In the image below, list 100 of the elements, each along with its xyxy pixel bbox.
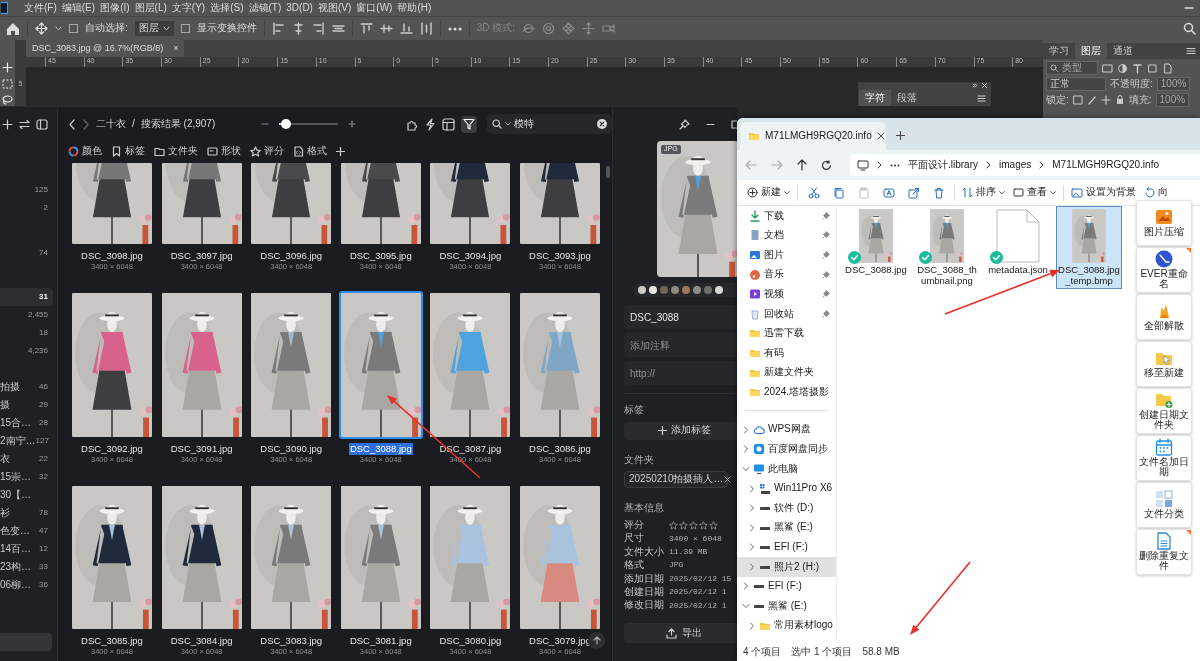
tag-filter-button[interactable]: 标签 (111, 144, 145, 158)
blend-mode-dropdown[interactable]: 正常 (1046, 77, 1106, 91)
menu-item[interactable]: 窗口(W) (356, 1, 393, 15)
sidebar-item[interactable]: 2南宁…127 (0, 432, 53, 450)
address-bar[interactable]: 平面设计.library images M71LMGH9RGQ20.info (850, 154, 1200, 176)
export-button[interactable]: 导出 (624, 623, 737, 644)
note-field[interactable]: 添加注释 (624, 333, 737, 357)
document-tab[interactable]: DSC_3083.jpg @ 16.7%(RGB/8) × (26, 40, 185, 57)
close-icon[interactable]: × (173, 42, 179, 55)
sidebar-item[interactable]: 2,455 (0, 306, 53, 324)
dropdown-placeholder: 类型 (1062, 62, 1082, 74)
sort-button[interactable]: 排序 (958, 181, 1009, 204)
menu-item[interactable]: 编辑(E) (61, 1, 96, 15)
url-field[interactable]: http:// (624, 361, 737, 385)
nav-item[interactable]: 图片 (737, 245, 836, 265)
tree-item[interactable]: 百度网盘同步 (737, 439, 836, 460)
file-item[interactable]: metadata.json (985, 206, 1051, 278)
menu-item[interactable]: 视图(V) (317, 1, 352, 15)
sidebar-item[interactable]: 2 (0, 199, 53, 217)
nav-item[interactable]: 2024.塔塔摄影 (737, 382, 836, 402)
breadcrumb-link[interactable]: 二十衣 (96, 117, 126, 131)
nav-item[interactable]: 新建文件夹 (737, 362, 836, 383)
menu-item[interactable]: 选择(S) (210, 1, 244, 15)
file-item[interactable]: DSC_3088_thumbnail.png (914, 206, 980, 289)
tree-item[interactable]: EFI (F:) (737, 537, 836, 558)
layer-dropdown[interactable]: 图层 (134, 21, 174, 36)
tool-button[interactable]: 移至新建 (1136, 341, 1192, 387)
menu-item[interactable]: 滤镜(T) (248, 1, 282, 15)
breadcrumb-link[interactable]: 搜索结果 (2,907) (140, 117, 216, 131)
opacity-field[interactable]: 100% (1156, 77, 1191, 91)
nav-item[interactable]: 迅雷下载 (737, 323, 836, 344)
sidebar-item[interactable]: 74 (0, 244, 53, 262)
panel-tab[interactable]: 段落 (891, 90, 923, 106)
nav-item[interactable]: 有码 (737, 343, 836, 363)
menu-item[interactable]: 图层(L) (134, 1, 167, 15)
name-field[interactable]: DSC_3088 (624, 305, 737, 329)
menu-item[interactable]: 文件(F) (24, 1, 57, 15)
file-name: DSC_3096.jpg (259, 250, 324, 262)
sidebar-item[interactable]: 14百… 12 (0, 540, 53, 558)
tree-item[interactable]: 常用素材logo (737, 615, 836, 636)
nav-item[interactable]: 视频 (737, 284, 836, 304)
menu-item[interactable]: 文字(Y) (171, 1, 206, 15)
nav-item[interactable]: 文档 (737, 225, 836, 246)
sidebar-item[interactable]: 23构… 33 (0, 558, 53, 576)
tool-button[interactable]: 图片压缩 (1136, 200, 1192, 246)
color-filter-button[interactable]: 颜色 (68, 144, 102, 158)
sidebar-item[interactable]: 125 (0, 181, 53, 199)
panel-tab[interactable]: 字符 (859, 90, 891, 106)
file-item[interactable]: DSC_3088.jpg_temp.bmp (1056, 206, 1122, 289)
folder-chip[interactable]: 20250210拍摄插人… (624, 471, 728, 488)
sidebar-item[interactable]: 色变… 47 (0, 522, 53, 540)
shape-filter-button[interactable]: 形状 (207, 144, 241, 158)
sidebar-item[interactable]: 4,236 (0, 342, 53, 360)
sidebar-item[interactable]: 摄 29 (0, 396, 53, 414)
new-button[interactable]: 新建 (743, 181, 794, 204)
sidebar-item[interactable]: 06柳… 36 (0, 576, 53, 594)
filter-dropdown[interactable]: 类型 (1046, 61, 1098, 75)
sidebar-item[interactable]: 18 (0, 324, 53, 342)
menu-item[interactable]: 帮助(H) (397, 1, 432, 15)
file-name: DSC_3085.jpg (80, 635, 144, 647)
sidebar-item[interactable]: 30【… (0, 486, 53, 504)
file-name: DSC_3093.jpg (528, 250, 592, 262)
search-field[interactable]: 模特 (486, 114, 612, 134)
panel-tab[interactable]: 通道 (1107, 43, 1139, 59)
tool-button[interactable]: 删除重复文件 (1136, 529, 1192, 575)
file-item[interactable]: DSC_3088.jpg (843, 206, 909, 278)
fill-field[interactable]: 100% (1155, 93, 1190, 107)
tree-item[interactable]: WPS网盘 (737, 419, 836, 440)
rating-filter-button[interactable]: 评分 (250, 144, 284, 158)
sidebar-item[interactable]: 31 (0, 288, 53, 306)
tool-button[interactable]: 文件分类 (1136, 482, 1192, 528)
nav-item[interactable]: 回收站 (737, 303, 836, 324)
tree-item[interactable]: 黑鲨 (E:) (737, 596, 836, 616)
view-button[interactable]: 查看 (1009, 181, 1060, 204)
menu-item[interactable]: 图像(I) (100, 1, 130, 15)
search-input[interactable]: 模特 (513, 117, 594, 131)
sidebar-item[interactable]: 拍摄 46 (0, 378, 53, 396)
sidebar-item[interactable]: 15崇… 32 (0, 468, 53, 486)
nav-item[interactable]: 音乐 (737, 264, 836, 285)
window-tab[interactable]: M71LMGH9RGQ20.info (740, 122, 886, 150)
sidebar-item[interactable]: 15合… 28 (0, 414, 53, 432)
tool-button[interactable]: 全部解散 (1136, 294, 1192, 340)
sidebar-item[interactable]: 衣 22 (0, 450, 53, 468)
panel-tab[interactable]: 图层 (1075, 43, 1107, 59)
tool-button[interactable]: 文件名加日期 (1136, 435, 1192, 481)
folder-filter-button[interactable]: 文件夹 (154, 144, 198, 158)
tree-item[interactable]: 软件 (D:) (737, 498, 836, 518)
sidebar-item[interactable]: 衫 78 (0, 504, 53, 522)
menu-item[interactable]: 3D(D) (286, 1, 313, 15)
nav-item[interactable]: 下载 (737, 206, 836, 226)
tree-item[interactable]: Win11Pro X6 (737, 478, 836, 499)
add-tag-button[interactable]: 添加标签 (624, 421, 737, 440)
tool-button[interactable]: EVER重命名 (1136, 247, 1192, 293)
format-filter-button[interactable]: 格式 (293, 144, 327, 158)
tree-item[interactable]: 照片2 (H:) (737, 557, 836, 577)
tool-button[interactable]: 创建日期文件夹 (1136, 388, 1192, 434)
panel-tab[interactable]: 学习 (1043, 43, 1075, 59)
tree-item[interactable]: 此电脑 (737, 459, 836, 479)
tree-item[interactable]: 黑鲨 (E:) (737, 517, 836, 538)
tree-item[interactable]: EFI (F:) (737, 576, 836, 597)
